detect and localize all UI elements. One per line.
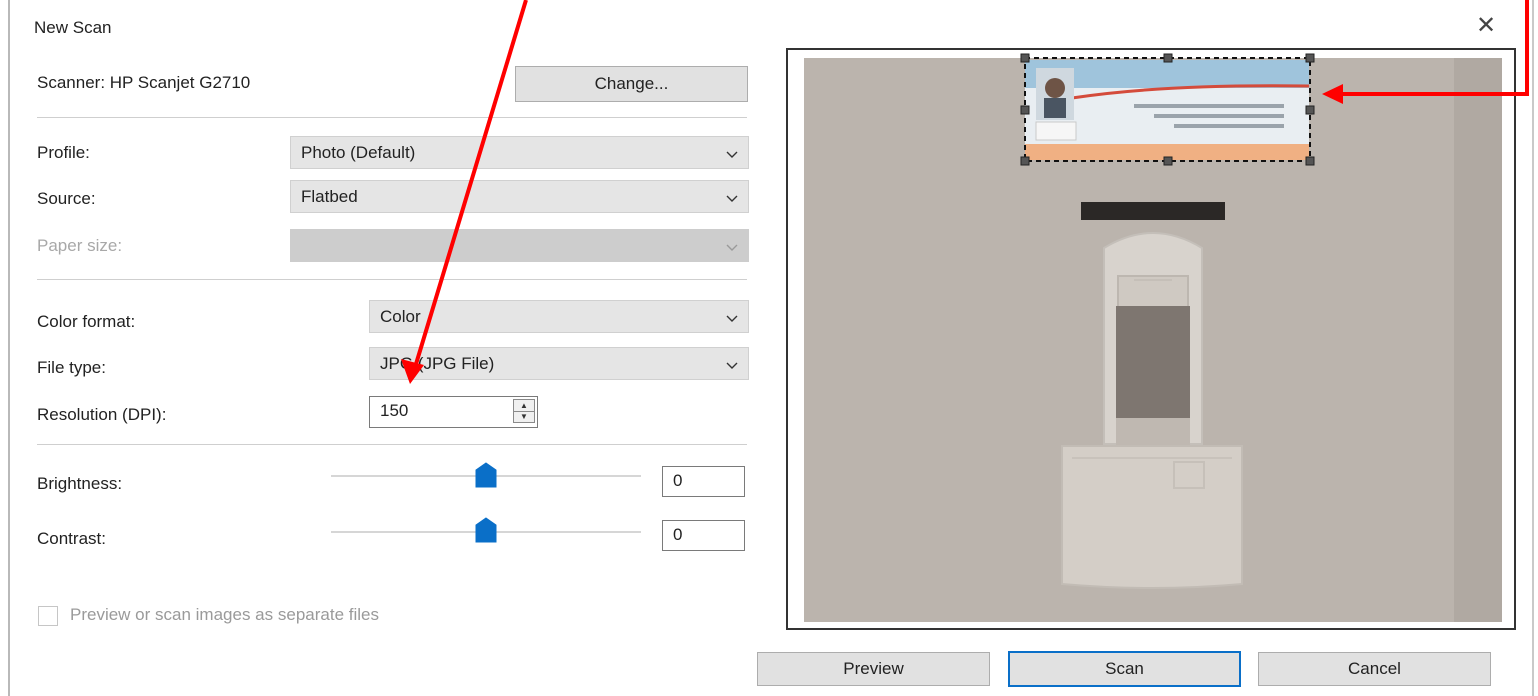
paper-size-label: Paper size:: [37, 236, 123, 255]
chevron-down-icon: [726, 151, 738, 158]
cancel-button[interactable]: Cancel: [1258, 652, 1491, 686]
resolution-spinner[interactable]: ▲ ▼: [513, 399, 535, 423]
color-format-select[interactable]: Color: [369, 300, 749, 333]
brightness-value: 0: [673, 471, 683, 490]
resolution-value: 150: [380, 401, 409, 420]
brightness-slider-thumb[interactable]: [474, 462, 498, 488]
dialog-right-border: [1532, 0, 1534, 696]
scan-button[interactable]: Scan: [1008, 651, 1241, 687]
brightness-label: Brightness:: [37, 474, 123, 493]
spin-down-icon[interactable]: ▼: [514, 411, 534, 422]
contrast-value: 0: [673, 525, 683, 544]
paper-size-select: [290, 229, 749, 262]
chevron-down-icon: [726, 195, 738, 202]
source-label: Source:: [37, 189, 96, 208]
resolution-input[interactable]: 150 ▲ ▼: [369, 396, 538, 428]
dialog-left-border: [8, 0, 10, 696]
resolution-label: Resolution (DPI):: [37, 405, 167, 424]
new-scan-dialog: New Scan ✕ Scanner: HP Scanjet G2710 Cha…: [0, 0, 1538, 696]
separate-files-checkbox[interactable]: [38, 606, 58, 626]
source-value: Flatbed: [301, 187, 358, 206]
contrast-input[interactable]: 0: [662, 520, 745, 551]
profile-label: Profile:: [37, 143, 90, 162]
separator: [37, 279, 747, 280]
scanner-label: Scanner: HP Scanjet G2710: [37, 73, 251, 92]
scan-preview-image[interactable]: [804, 58, 1502, 622]
file-type-select[interactable]: JPG (JPG File): [369, 347, 749, 380]
scanner-bed-graphic: [804, 58, 1502, 622]
contrast-slider-thumb[interactable]: [474, 517, 498, 543]
preview-button[interactable]: Preview: [757, 652, 990, 686]
separate-files-label: Preview or scan images as separate files: [70, 605, 379, 624]
chevron-down-icon: [726, 362, 738, 369]
profile-select[interactable]: Photo (Default): [290, 136, 749, 169]
change-scanner-button[interactable]: Change...: [515, 66, 748, 102]
brightness-input[interactable]: 0: [662, 466, 745, 497]
color-format-value: Color: [380, 307, 421, 326]
window-title: New Scan: [34, 18, 112, 37]
separator: [37, 444, 747, 445]
profile-value: Photo (Default): [301, 143, 416, 162]
file-type-value: JPG (JPG File): [380, 354, 495, 373]
separator: [37, 117, 747, 118]
source-select[interactable]: Flatbed: [290, 180, 749, 213]
chevron-down-icon: [726, 315, 738, 322]
contrast-label: Contrast:: [37, 529, 106, 548]
chevron-down-icon: [726, 244, 738, 251]
close-icon[interactable]: ✕: [1476, 14, 1496, 38]
color-format-label: Color format:: [37, 312, 136, 331]
file-type-label: File type:: [37, 358, 106, 377]
